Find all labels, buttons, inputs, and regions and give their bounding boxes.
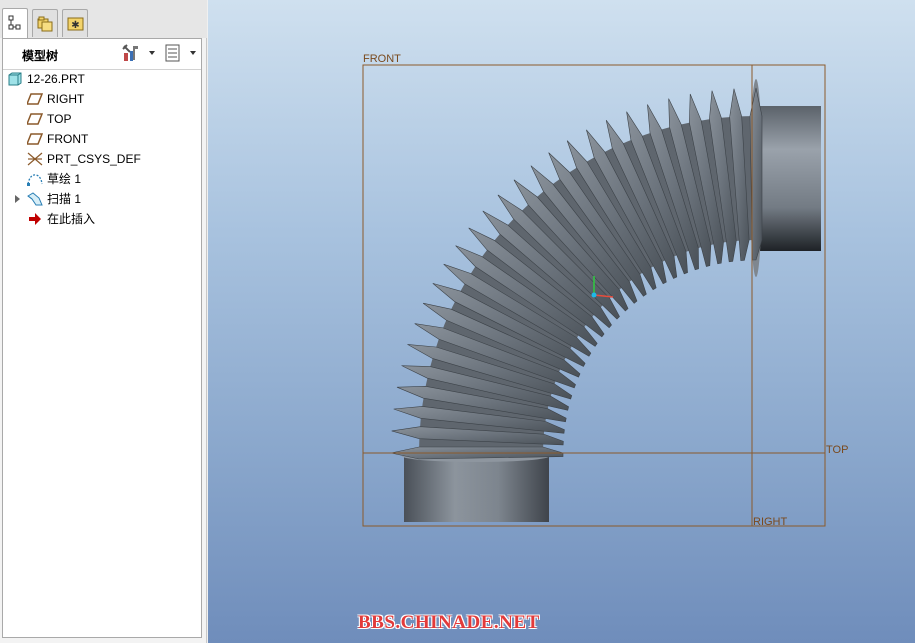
- tab-favorites[interactable]: ✱: [62, 9, 88, 37]
- tree-item-label: 在此插入: [47, 212, 96, 226]
- bellows-corrugations: [390, 87, 763, 460]
- tree-item-label: FRONT: [47, 132, 89, 146]
- model-tree-header: 模型树: [3, 39, 201, 70]
- datum-plane-icon: [27, 93, 43, 105]
- tree-item-label: 扫描 1: [47, 192, 82, 206]
- svg-text:✱: ✱: [71, 20, 79, 31]
- part-icon: [8, 72, 22, 86]
- navigator-panel: ✱ 模型树 12-26.PRT RIGHT TOP FRONT PRT_CSYS…: [0, 0, 207, 643]
- tree-show-dropdown[interactable]: [190, 51, 196, 55]
- sketch-icon: [27, 174, 43, 186]
- list-view-icon: [165, 44, 180, 62]
- tree-settings-dropdown[interactable]: [149, 51, 155, 55]
- expand-arrow-icon[interactable]: [15, 195, 20, 203]
- folder-browser-tab-icon: [37, 16, 53, 32]
- tree-item-label: RIGHT: [47, 92, 85, 106]
- app-window: ✱ 模型树 12-26.PRT RIGHT TOP FRONT PRT_CSYS…: [0, 0, 915, 643]
- datum-plane-icon: [27, 113, 43, 125]
- tree-settings-button[interactable]: [121, 43, 141, 66]
- tree-item-label: TOP: [47, 112, 72, 126]
- forum-watermark: BBS.CHINADE.NET: [358, 612, 540, 633]
- tree-item-label: 12-26.PRT: [27, 72, 85, 86]
- tab-model-tree[interactable]: [2, 8, 28, 38]
- top-plane-label: TOP: [826, 444, 849, 456]
- tools-icon: [122, 44, 138, 61]
- navigator-tab-strip: ✱: [0, 0, 207, 38]
- model-tree-title: 模型树: [22, 49, 59, 63]
- coordinate-system-icon: [27, 152, 43, 166]
- tree-item-label: 草绘 1: [47, 172, 82, 186]
- insert-here-arrow-icon: [29, 213, 41, 225]
- tab-folder-browser[interactable]: [32, 9, 58, 37]
- model-tree-tab-icon: [8, 15, 21, 30]
- tree-item-label: PRT_CSYS_DEF: [47, 152, 141, 166]
- datum-plane-icon: [27, 133, 43, 145]
- model-tree: 模型树 12-26.PRT RIGHT TOP FRONT PRT_CSYS_D…: [2, 38, 202, 638]
- graphics-viewport[interactable]: FRONT TOP RIGHT BBS.CHINADE.NET: [208, 0, 915, 643]
- front-plane-label: FRONT: [363, 53, 401, 65]
- bellows-model-scene: [362, 64, 826, 527]
- right-plane-label: RIGHT: [753, 516, 788, 528]
- right-pipe-end: [756, 106, 821, 251]
- tree-show-button[interactable]: [164, 43, 182, 66]
- sweep-feature-icon: [27, 192, 43, 206]
- bottom-pipe-end: [404, 456, 549, 522]
- favorites-tab-icon: ✱: [67, 17, 84, 31]
